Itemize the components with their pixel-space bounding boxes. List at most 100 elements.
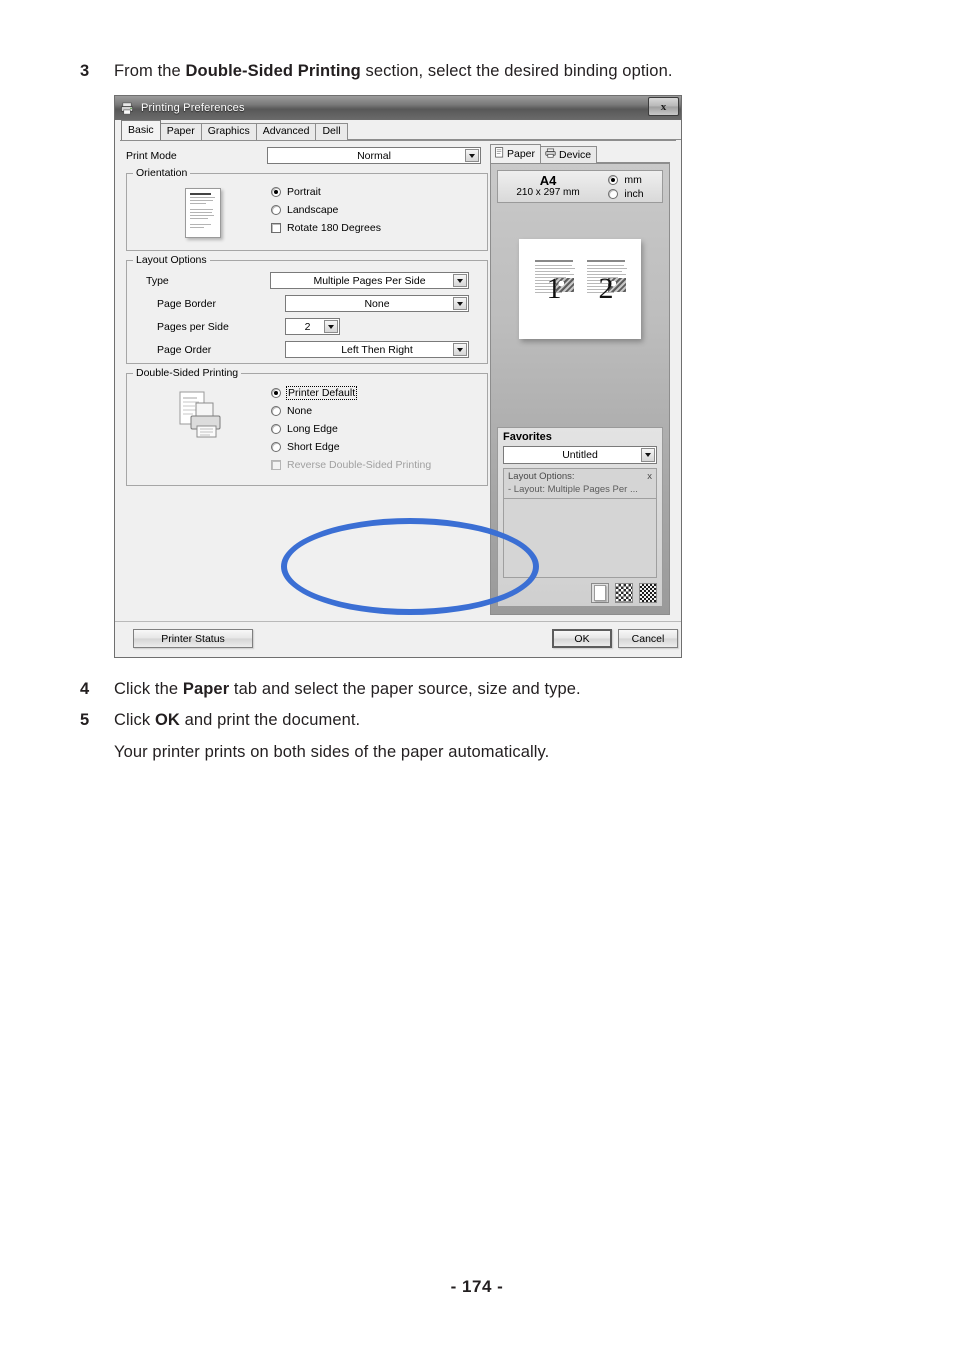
- dialog-titlebar[interactable]: Printing Preferences x: [115, 96, 681, 120]
- duplex-short-edge-option[interactable]: Short Edge: [271, 441, 479, 453]
- chevron-down-icon[interactable]: [324, 320, 338, 333]
- tab-advanced[interactable]: Advanced: [255, 123, 317, 140]
- unit-inch-option[interactable]: inch: [608, 187, 644, 200]
- paper-size-info: A4 210 x 297 mm: [516, 174, 579, 199]
- printer-icon: [120, 101, 135, 116]
- print-mode-value: Normal: [357, 149, 391, 162]
- duplex-short-edge-label: Short Edge: [287, 441, 340, 453]
- radio-icon[interactable]: [271, 406, 281, 416]
- unit-options: mm inch: [608, 174, 644, 200]
- cancel-button[interactable]: Cancel: [618, 629, 678, 648]
- orientation-portrait-option[interactable]: Portrait: [271, 186, 479, 198]
- radio-icon[interactable]: [271, 205, 281, 215]
- checker-page-dark-icon[interactable]: [639, 583, 657, 603]
- chevron-down-icon[interactable]: [453, 274, 467, 287]
- radio-icon[interactable]: [608, 188, 619, 199]
- favorites-summary-list: Layout Options: x - Layout: Multiple Pag…: [503, 468, 657, 578]
- layout-type-row: Type Multiple Pages Per Side: [135, 272, 479, 289]
- dialog-title: Printing Preferences: [141, 102, 245, 114]
- double-sided-printing-group: Double-Sided Printing Printer Default No…: [126, 367, 488, 486]
- pages-per-side-label: Pages per Side: [157, 320, 229, 333]
- dialog-body: Print Mode Normal Orientation Portrait L…: [120, 140, 676, 622]
- duplex-printer-icon: [177, 390, 229, 442]
- printing-preferences-dialog[interactable]: Printing Preferences x Basic Paper Graph…: [114, 95, 682, 658]
- checkbox-icon[interactable]: [271, 223, 281, 233]
- orientation-landscape-label: Landscape: [287, 204, 339, 216]
- layout-options-group: Layout Options Type Multiple Pages Per S…: [126, 254, 488, 364]
- ok-button[interactable]: OK: [552, 629, 612, 648]
- chevron-down-icon[interactable]: [641, 448, 655, 462]
- preview-tab-paper[interactable]: Paper: [490, 144, 542, 163]
- layout-type-select[interactable]: Multiple Pages Per Side: [270, 272, 469, 289]
- reverse-duplex-option: Reverse Double-Sided Printing: [271, 459, 479, 471]
- orientation-preview-thumbnail: [185, 188, 221, 238]
- pages-per-side-row: Pages per Side 2: [135, 318, 479, 335]
- pages-per-side-select[interactable]: 2: [285, 318, 340, 335]
- paper-size-name: A4: [539, 173, 557, 188]
- preview-tab-device-label: Device: [559, 148, 592, 161]
- radio-icon[interactable]: [608, 174, 619, 185]
- step-number: 5: [80, 711, 90, 729]
- chevron-down-icon[interactable]: [453, 297, 467, 310]
- doc-step-4: 4 Click the Paper tab and select the pap…: [74, 678, 834, 700]
- checkbox-icon: [271, 460, 281, 470]
- duplex-printer-default-option[interactable]: Printer Default: [271, 386, 479, 400]
- duplex-printer-default-label: Printer Default: [285, 386, 358, 400]
- tab-basic[interactable]: Basic: [121, 120, 161, 140]
- checker-page-icon[interactable]: [615, 583, 633, 603]
- basic-settings-column: Print Mode Normal Orientation Portrait L…: [126, 147, 488, 486]
- tab-strip-filler: [346, 122, 681, 140]
- step-text-after: section, select the desired binding opti…: [360, 62, 673, 80]
- preview-tab-device[interactable]: Device: [540, 146, 598, 163]
- preview-panel: A4 210 x 297 mm mm inch 1 2 Favorites Un…: [490, 163, 670, 615]
- step-text: From the Double-Sided Printing section, …: [114, 60, 834, 82]
- print-mode-select[interactable]: Normal: [267, 147, 481, 164]
- reverse-duplex-label: Reverse Double-Sided Printing: [287, 459, 432, 471]
- favorites-icon-row: [503, 583, 657, 603]
- tab-graphics[interactable]: Graphics: [200, 123, 257, 140]
- duplex-long-edge-label: Long Edge: [287, 423, 338, 435]
- print-mode-row: Print Mode Normal: [126, 147, 488, 164]
- printer-status-button[interactable]: Printer Status: [133, 629, 253, 648]
- step-text-before: From the: [114, 62, 186, 80]
- duplex-none-label: None: [287, 405, 313, 417]
- radio-icon[interactable]: [271, 442, 281, 452]
- step-text-before: Click: [114, 711, 155, 729]
- page-number: - 174 -: [450, 1277, 504, 1296]
- blank-page-icon[interactable]: [591, 583, 609, 603]
- tab-strip: Basic Paper Graphics Advanced Dell: [115, 120, 681, 140]
- unit-mm-option[interactable]: mm: [608, 174, 643, 186]
- preview-tab-filler: [596, 144, 670, 163]
- rotate-180-label: Rotate 180 Degrees: [287, 222, 381, 234]
- favorites-select[interactable]: Untitled: [503, 446, 657, 464]
- tab-paper[interactable]: Paper: [159, 123, 202, 140]
- chevron-down-icon[interactable]: [465, 149, 479, 162]
- orientation-landscape-option[interactable]: Landscape: [271, 204, 479, 216]
- sheet-preview: 1 2: [519, 239, 641, 339]
- duplex-long-edge-option[interactable]: Long Edge: [271, 423, 479, 435]
- page-border-select[interactable]: None: [285, 295, 469, 312]
- radio-icon[interactable]: [271, 388, 281, 398]
- dialog-footer: Printer Status OK Cancel: [115, 621, 681, 657]
- step-text-bold: Paper: [182, 680, 230, 698]
- chevron-down-icon[interactable]: [453, 343, 467, 356]
- duplex-none-option[interactable]: None: [271, 405, 479, 417]
- mini-page-1: 1: [532, 258, 576, 320]
- radio-icon[interactable]: [271, 424, 281, 434]
- tab-dell[interactable]: Dell: [315, 123, 348, 140]
- print-mode-label: Print Mode: [126, 149, 177, 162]
- favorites-panel: Favorites Untitled Layout Options: x - L…: [497, 427, 663, 607]
- orientation-legend: Orientation: [133, 167, 191, 179]
- close-icon[interactable]: x: [648, 97, 679, 116]
- page-order-select[interactable]: Left Then Right: [285, 341, 469, 358]
- rotate-180-option[interactable]: Rotate 180 Degrees: [271, 222, 479, 234]
- step-number: 4: [80, 680, 90, 698]
- step-number: 3: [80, 62, 90, 80]
- page-border-value: None: [364, 297, 390, 310]
- layout-type-value: Multiple Pages Per Side: [313, 274, 426, 287]
- unit-inch-label: inch: [624, 187, 644, 200]
- radio-icon[interactable]: [271, 187, 281, 197]
- step-text-after: tab and select the paper source, size an…: [229, 680, 581, 698]
- close-icon[interactable]: x: [647, 471, 652, 482]
- step-text-before: Click the: [114, 680, 183, 698]
